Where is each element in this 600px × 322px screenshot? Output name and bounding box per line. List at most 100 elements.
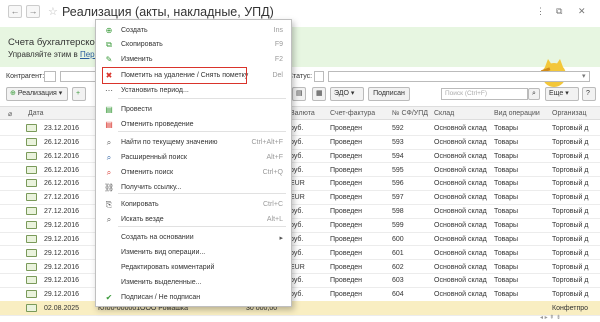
back-button[interactable]: ←	[8, 5, 22, 18]
menu-item[interactable]: ⎘ Копировать Ctrl+C	[96, 198, 293, 212]
cell-organization: Торговый д	[552, 208, 589, 216]
forward-button[interactable]: →	[26, 5, 40, 18]
cell-date: 29.12.2016	[44, 249, 80, 257]
cell-date: 26.12.2016	[44, 152, 80, 160]
col-number[interactable]: № СФ/УПД	[392, 110, 428, 117]
table-row[interactable]: 29.12.2016 EUR Проведен 602 Основной склад То…	[0, 260, 600, 275]
col-invoice[interactable]: Счет-фактура	[330, 110, 375, 117]
menu-item[interactable]: ⌕ Искать везде Alt+L	[96, 213, 293, 227]
menu-item[interactable]: ⌕ Найти по текущему значению Ctrl+Alt+F	[96, 136, 293, 150]
cell-operation: Товары	[494, 221, 519, 229]
cell-warehouse: Основной склад	[434, 194, 487, 202]
table-row[interactable]: 29.12.2016 руб. Проведен 600 Основной склад Т…	[0, 232, 600, 247]
cancel-search-icon: ⌕	[106, 168, 112, 177]
menu-item[interactable]: ⊕ Создать Ins	[96, 24, 293, 38]
close-icon[interactable]: ✕	[578, 6, 586, 17]
cell-number: 604	[392, 291, 404, 299]
cell-date: 29.12.2016	[44, 291, 80, 299]
menu-item[interactable]: ⋯ Установить период...	[96, 84, 293, 98]
cell-invoice: Проведен	[330, 277, 363, 285]
cell-operation: Товары	[494, 180, 519, 188]
post-icon: ▤	[105, 105, 113, 114]
cell-invoice: Проведен	[330, 291, 363, 299]
table-row[interactable]: 29.12.2016 руб. Проведен 604 Основной склад Т…	[0, 287, 600, 302]
create-button[interactable]: +	[72, 87, 86, 101]
more-actions-icon[interactable]: ⋮	[536, 6, 545, 17]
cell-warehouse: Основной склад	[434, 208, 487, 216]
edo-button[interactable]: ЭДО ▾	[330, 87, 364, 101]
menu-item[interactable]: Создать на основании ▸	[96, 231, 293, 245]
menu-item-shortcut: F2	[274, 56, 283, 63]
menu-item[interactable]: Изменить выделенные...	[96, 276, 293, 290]
menu-item-label: Получить ссылку...	[121, 184, 182, 191]
menu-item[interactable]: ✔ Подписан / Не подписан	[96, 291, 293, 305]
realization-label: Реализация	[17, 90, 57, 97]
edo-label: ЭДО	[334, 90, 349, 97]
table-row[interactable]: 26.12.2016 EUR Проведен 596 Основной склад То…	[0, 176, 600, 192]
menu-item[interactable]: ⌕ Отменить поиск Ctrl+Q	[96, 166, 293, 180]
menu-item-label: Отменить поиск	[121, 169, 174, 176]
more-button[interactable]: Еще ▾	[545, 87, 579, 101]
cell-invoice: Проведен	[330, 152, 363, 160]
cell-warehouse: Основной склад	[434, 180, 487, 188]
col-date[interactable]: Дата	[28, 110, 44, 117]
document-icon	[26, 193, 37, 202]
menu-item-label: Создать на основании	[121, 234, 194, 241]
search-input[interactable]: Поиск (Ctrl+F)	[441, 88, 528, 100]
table-row[interactable]: 27.12.2016 руб. Проведен 598 Основной склад Т…	[0, 204, 600, 219]
check-icon: ✔	[105, 293, 113, 302]
table-row[interactable]: 26.12.2016 руб. Проведен 594 Основной склад Т…	[0, 149, 600, 164]
table-row-selected[interactable]: 02.08.2025 КЛ00-000001 ООО Ромашка 30 00…	[0, 301, 600, 316]
menu-item-label: Установить период...	[121, 87, 189, 94]
report-icon: ▦	[316, 90, 323, 97]
scroll-controls[interactable]: ◂ ▸ ⇞ ⇟	[540, 314, 561, 321]
favorite-star-icon[interactable]: ☆	[48, 5, 58, 18]
cell-number: 600	[392, 235, 404, 243]
cell-warehouse: Основной склад	[434, 249, 487, 257]
report-button[interactable]: ▦	[312, 87, 326, 101]
col-currency[interactable]: Валюта	[290, 110, 315, 117]
attach-icon: ⌀	[8, 111, 13, 118]
table-row[interactable]: 26.12.2016 руб. Проведен 593 Основной склад Т…	[0, 135, 600, 150]
signed-button[interactable]: Подписан	[368, 87, 410, 101]
menu-item[interactable]: ⌕ Расширенный поиск Alt+F	[96, 151, 293, 165]
table-row[interactable]: 29.12.2016 руб. Проведен 603 Основной склад Т…	[0, 273, 600, 289]
menu-item-label: Редактировать комментарий	[121, 264, 215, 271]
contractor-checkbox[interactable]	[44, 71, 56, 82]
cell-organization: Торговый д	[552, 152, 589, 160]
menu-item[interactable]: Редактировать комментарий	[96, 261, 293, 275]
window-restore-icon[interactable]: ⧉	[556, 6, 562, 17]
cell-operation: Товары	[494, 249, 519, 257]
table-row[interactable]: 27.12.2016 EUR Проведен 597 Основной склад То…	[0, 190, 600, 205]
menu-item[interactable]: ✎ Изменить F2	[96, 53, 293, 67]
cell-organization: Торговый д	[552, 263, 589, 271]
cell-operation: Товары	[494, 263, 519, 271]
table-row[interactable]: 29.12.2016 руб. Проведен 599 Основной склад Т…	[0, 218, 600, 233]
help-button[interactable]: ?	[582, 87, 596, 101]
table-row[interactable]: 29.12.2016 руб. Проведен 601 Основной склад Т…	[0, 246, 600, 261]
menu-separator	[118, 98, 286, 99]
chevron-down-icon[interactable]: ▾	[582, 72, 586, 80]
cell-organization: Торговый д	[552, 221, 589, 229]
menu-item[interactable]: ▤ Провести	[96, 103, 293, 117]
menu-item[interactable]: Изменить вид операции...	[96, 246, 293, 260]
col-organization[interactable]: Организац	[552, 110, 587, 117]
realization-button[interactable]: ⊕ Реализация ▾	[6, 87, 68, 101]
menu-item-label: Изменить	[121, 56, 153, 63]
menu-item[interactable]: ▤ Отменить проведение	[96, 118, 293, 132]
cell-operation: Товары	[494, 194, 519, 202]
cell-operation: Товары	[494, 208, 519, 216]
contractor-field[interactable]	[60, 71, 96, 82]
table-row[interactable]: 23.12.2016 руб. Проведен 592 Основной склад Т…	[0, 121, 600, 136]
col-warehouse[interactable]: Склад	[434, 110, 454, 117]
cell-number: 599	[392, 221, 404, 229]
menu-item-label: Искать везде	[121, 216, 164, 223]
col-operation[interactable]: Вид операции	[494, 110, 540, 117]
search-button[interactable]: ⌕	[528, 88, 540, 100]
print-button[interactable]: ▤	[292, 87, 306, 101]
table-row[interactable]: 26.12.2016 руб. Проведен 595 Основной склад Т…	[0, 163, 600, 178]
status-field[interactable]	[328, 71, 590, 82]
status-checkbox[interactable]	[314, 71, 324, 82]
cell-number: 597	[392, 194, 404, 202]
menu-item[interactable]: ⧉ Скопировать F9	[96, 38, 293, 52]
